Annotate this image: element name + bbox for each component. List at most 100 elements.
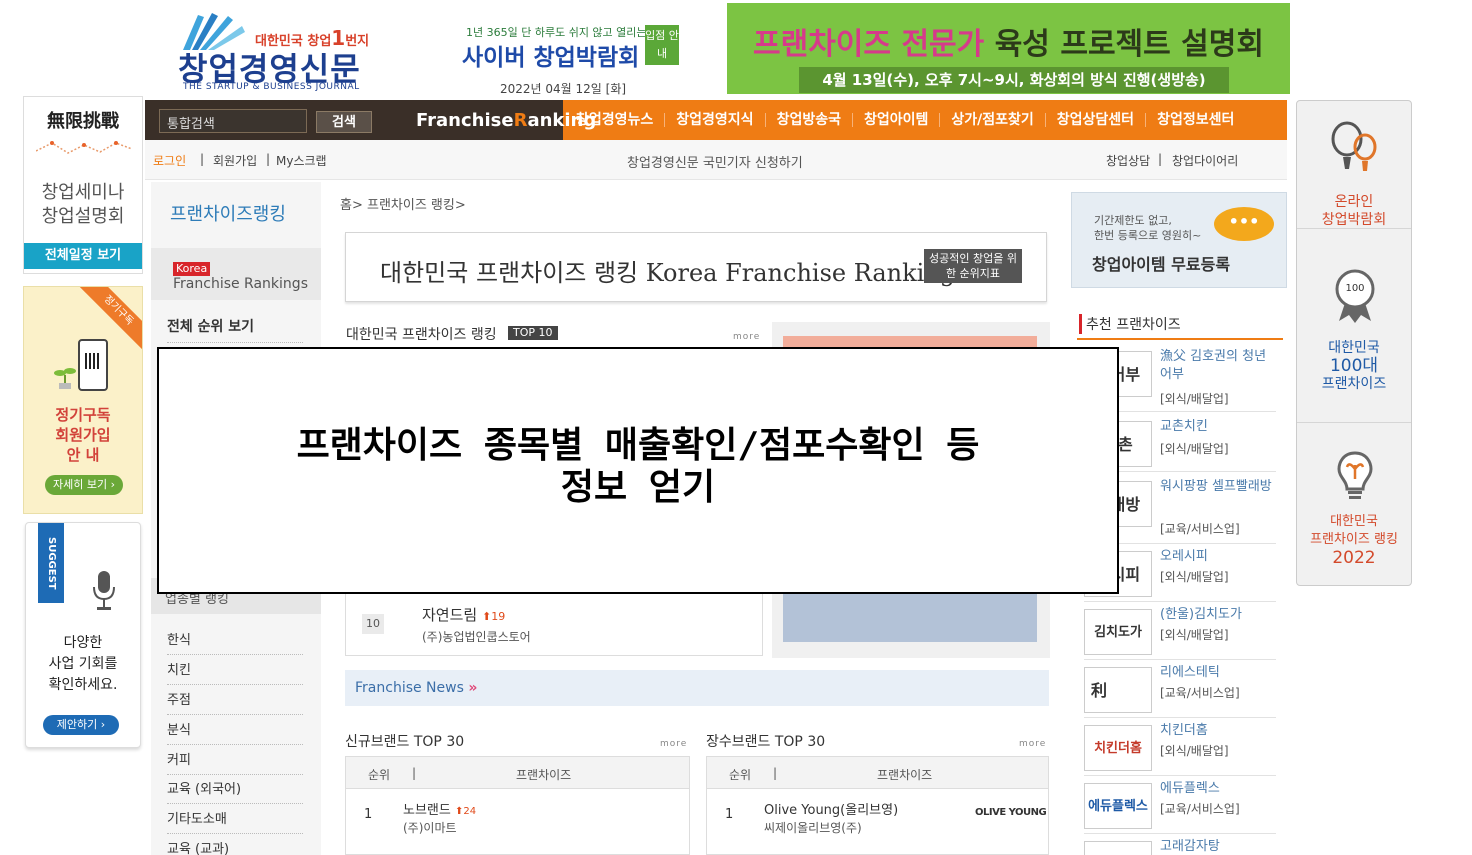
list-item[interactable]: 利 리에스테틱 [교육/서비스업] bbox=[1084, 662, 1276, 718]
brand-name[interactable]: Olive Young(올리브영) bbox=[764, 799, 898, 818]
sidebar-title: 프랜차이즈랭킹 bbox=[170, 204, 286, 225]
more-link[interactable]: more bbox=[733, 332, 760, 342]
sidebar-item-retail[interactable]: 기타도소매 bbox=[167, 808, 303, 834]
long-brand-title: 장수브랜드 TOP 30 bbox=[706, 734, 826, 750]
sidebar-item-all-rank[interactable]: 전체 순위 보기 bbox=[167, 316, 303, 343]
expo-entry-badge[interactable]: 입점 안내 bbox=[645, 25, 679, 65]
ad-text: 대한민국 프랜차이즈 랭킹 2022 bbox=[1310, 514, 1398, 568]
list-item[interactable]: 김치도가 (한울)김치도가 [외식/배달업] bbox=[1084, 604, 1276, 660]
brand-category: [교육/서비스업] bbox=[1160, 802, 1240, 816]
rank-up-icon: ⬆24 bbox=[454, 806, 477, 817]
sidebar-item-chicken[interactable]: 치킨 bbox=[167, 659, 303, 685]
nav-item-startup-items[interactable]: 창업아이템 bbox=[853, 113, 941, 127]
reg-subtext: 기간제한도 없고, 한번 등록으로 영원히~ bbox=[1094, 214, 1202, 242]
ad-text: 대한민국 100대 프랜차이즈 bbox=[1321, 340, 1387, 392]
ad-text: 정기구독 회원가입 안 내 bbox=[55, 406, 111, 464]
lightbulb-icon bbox=[1337, 451, 1373, 499]
company-name: 씨제이올리브영(주) bbox=[764, 821, 862, 835]
franchise-rankings-label: Franchise Rankings bbox=[173, 276, 308, 292]
brand-name: 오레시피 bbox=[1160, 549, 1208, 564]
nav-item-broadcast[interactable]: 창업방송국 bbox=[766, 113, 853, 127]
ranking2022-ad[interactable]: 대한민국 프랜차이즈 랭킹 2022 bbox=[1297, 423, 1411, 585]
table-header: 순위 | 프랜차이즈 bbox=[707, 757, 1048, 789]
join-link[interactable]: 회원가입 bbox=[213, 152, 257, 169]
separator: | bbox=[1158, 152, 1163, 166]
free-registration-box[interactable]: 기간제한도 없고, 한번 등록으로 영원히~ 창업아이템 무료등록 ••• bbox=[1071, 192, 1287, 288]
nav-item-store-search[interactable]: 상가/점포찾기 bbox=[940, 113, 1046, 127]
seminar-ad[interactable]: 無限挑戰 창업세미나 창업설명회 전체일정 보기 bbox=[23, 96, 143, 274]
news-title: Franchise News » bbox=[355, 680, 478, 696]
table-header: 순위 | 프랜차이즈 bbox=[346, 757, 689, 789]
rank-up-icon: ⬆19 bbox=[481, 610, 506, 623]
banner-badge: 성공적인 창업을 위한 순위지표 bbox=[924, 249, 1022, 283]
banner-title: 프랜차이즈 전문가 육성 프로젝트 설명회 bbox=[753, 27, 1264, 62]
cyber-expo-link[interactable]: 사이버 창업박람회 bbox=[462, 38, 639, 72]
ranking-row[interactable]: 10 자연드림 ⬆19 (주)농업법인쿱스토어 bbox=[345, 592, 763, 656]
subscription-ad[interactable]: 정기구독 정기구독 회원가입 안 내 자세히 보기 › bbox=[23, 286, 143, 514]
brand-name: (한울)김치도가 bbox=[1160, 607, 1242, 622]
current-date: 2022년 04월 12일 [화] bbox=[500, 82, 627, 96]
online-expo-ad[interactable]: 온라인 창업박람회 bbox=[1297, 101, 1411, 229]
nav-item-startup-knowledge[interactable]: 창업경영지식 bbox=[665, 113, 766, 127]
speech-bubble-icon: ••• bbox=[1214, 207, 1274, 241]
suggest-ad[interactable]: SUGGEST 다양한 사업 기회를 확인하세요. 제안하기 › bbox=[25, 522, 141, 748]
more-link[interactable]: more bbox=[1019, 739, 1046, 749]
consult-link[interactable]: 창업상담 bbox=[1106, 152, 1150, 169]
citizen-reporter-link[interactable]: 창업경영신문 국민기자 신청하기 bbox=[627, 152, 803, 171]
ad-title: 無限挑戰 bbox=[47, 111, 119, 132]
brand-name: 에듀플렉스 bbox=[1160, 781, 1220, 796]
details-button[interactable]: 자세히 보기 › bbox=[45, 475, 123, 495]
suggest-button[interactable]: 제안하기 › bbox=[43, 715, 119, 735]
sidebar-item-edu-subject[interactable]: 교육 (교과) bbox=[167, 838, 303, 855]
list-item[interactable]: 에듀플렉스 에듀플렉스 [교육/서비스업] bbox=[1084, 778, 1276, 834]
nav-item-consult-center[interactable]: 창업상담센터 bbox=[1046, 113, 1147, 127]
rank-number: 1 bbox=[725, 807, 734, 822]
sidebar-item-pub[interactable]: 주점 bbox=[167, 689, 303, 715]
nav-menu: 창업경영뉴스 창업경영지식 창업방송국 창업아이템 상가/점포찾기 창업상담센터… bbox=[565, 100, 1245, 140]
more-link[interactable]: more bbox=[660, 739, 687, 749]
login-link[interactable]: 로그인 bbox=[153, 152, 186, 169]
top-banner-ad[interactable]: 프랜차이즈 전문가 육성 프로젝트 설명회 4월 13일(수), 오후 7시~9… bbox=[727, 3, 1290, 94]
list-item[interactable]: 치킨더홈 치킨더홈 [외식/배달업] bbox=[1084, 720, 1276, 776]
reg-title: 창업아이템 무료등록 bbox=[1092, 255, 1231, 274]
diary-link[interactable]: 창업다이어리 bbox=[1172, 152, 1238, 169]
banner-schedule: 4월 13일(수), 오후 7시~9시, 화상회의 방식 진행(생방송) bbox=[799, 67, 1229, 93]
brand-name: 고래감자탕 bbox=[1160, 839, 1220, 854]
phone-icon bbox=[78, 339, 108, 391]
nav-item-startup-news[interactable]: 창업경영뉴스 bbox=[565, 113, 666, 127]
company-name: (주)이마트 bbox=[403, 821, 457, 835]
my-scrap-link[interactable]: My스크랩 bbox=[276, 152, 327, 169]
new-brand-table: 순위 | 프랜차이즈 1 노브랜드 ⬆24 (주)이마트 bbox=[345, 756, 690, 855]
top10-title: 대한민국 프랜차이즈 랭킹 bbox=[346, 327, 497, 343]
top100-ad[interactable]: 100 대한민국 100대 프랜차이즈 bbox=[1297, 229, 1411, 423]
ad-text: 창업세미나 창업설명회 bbox=[41, 182, 125, 227]
dotted-line-icon bbox=[36, 141, 132, 154]
rank-number: 10 bbox=[362, 614, 384, 634]
brand-name[interactable]: 노브랜드 ⬆24 bbox=[403, 799, 476, 818]
franchise-news-bar[interactable]: Franchise News » bbox=[345, 670, 1049, 706]
sidebar-item-edu-language[interactable]: 교육 (외국어) bbox=[167, 778, 303, 804]
logo-subtitle: THE STARTUP & BUSINESS JOURNAL bbox=[183, 82, 360, 92]
new-brand-title: 신규브랜드 TOP 30 bbox=[345, 734, 465, 750]
search-button[interactable]: 검색 bbox=[316, 111, 372, 133]
brand-name: 워시팡팡 셀프빨래방 bbox=[1160, 479, 1272, 494]
ad-text: 다양한 사업 기회를 확인하세요. bbox=[48, 635, 118, 693]
banner-title: 대한민국 프랜차이즈 랭킹 Korea Franchise Rankings bbox=[380, 259, 968, 287]
brand-category: [외식/배달업] bbox=[1160, 744, 1229, 758]
nav-item-info-center[interactable]: 창업정보센터 bbox=[1146, 113, 1245, 127]
brand-category: [외식/배달업] bbox=[1160, 570, 1229, 584]
company-name: (주)농업법인쿱스토어 bbox=[422, 630, 531, 644]
brand-thumbnail: 利 bbox=[1084, 667, 1152, 713]
recommended-title: 추천 프랜차이즈 bbox=[1079, 314, 1181, 334]
right-ad-column: 온라인 창업박람회 100 대한민국 100대 프랜차이즈 대한민국 프랜차이즈 랭킹 2… bbox=[1296, 100, 1412, 586]
brand-thumbnail bbox=[1084, 841, 1152, 855]
balloon-icon bbox=[1331, 121, 1377, 171]
sidebar-item-korean[interactable]: 한식 bbox=[167, 629, 303, 655]
search-input[interactable]: 통합검색 bbox=[159, 109, 307, 133]
brand-name: 치킨더홈 bbox=[1160, 723, 1208, 738]
brand-name: 漁父 김호권의 청년어부 bbox=[1160, 349, 1267, 382]
sidebar-item-snack[interactable]: 분식 bbox=[167, 719, 303, 745]
sidebar-item-coffee[interactable]: 커피 bbox=[167, 749, 303, 775]
all-schedule-button[interactable]: 전체일정 보기 bbox=[24, 243, 142, 269]
list-item[interactable]: 고래감자탕 bbox=[1084, 836, 1276, 855]
